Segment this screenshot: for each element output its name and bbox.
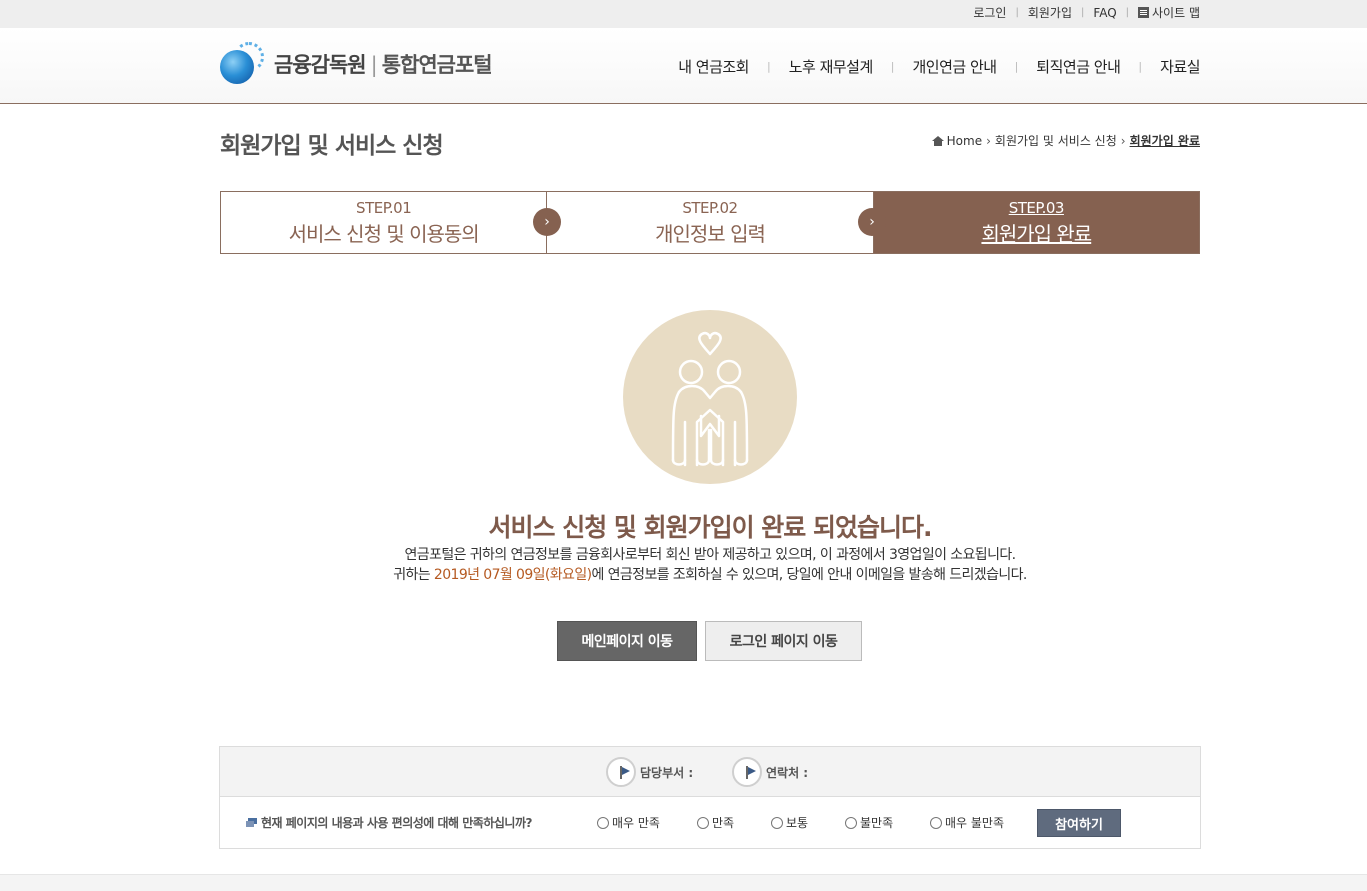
option-dissatisfied[interactable]: 불만족 (845, 814, 893, 831)
nav-my-pension[interactable]: 내 연금조회 (678, 56, 749, 77)
option-label: 불만족 (860, 816, 894, 830)
nav-retirement-pension[interactable]: 퇴직연금 안내 (1036, 56, 1121, 77)
flag-icon (732, 757, 762, 787)
option-very-satisfied[interactable]: 매우 만족 (597, 814, 660, 831)
logo-divider: | (370, 53, 378, 77)
sitemap-icon (1138, 7, 1150, 18)
nav-retirement-planning[interactable]: 노후 재무설계 (789, 56, 874, 77)
divider: | (1138, 60, 1143, 73)
completion-title: 서비스 신청 및 회원가입이 완료 되었습니다. (488, 513, 932, 542)
speech-bubble-icon (246, 818, 258, 827)
radio-button[interactable] (697, 816, 709, 829)
department-label: 담당부서 : (640, 765, 694, 780)
flag-icon (606, 757, 636, 787)
divider: | (1014, 60, 1019, 73)
desc-suffix: 에 연금정보를 조회하실 수 있으며, 당일에 안내 이메일을 발송해 드리겠습… (591, 567, 1027, 583)
breadcrumb-home[interactable]: Home (947, 134, 982, 148)
radio-button[interactable] (771, 816, 783, 829)
completion-desc-line1: 연금포털은 귀하의 연금정보를 금융회사로부터 회신 받아 제공하고 있으며, … (404, 547, 1017, 563)
option-label: 보통 (786, 816, 809, 830)
page-title: 회원가입 및 서비스 신청 (220, 133, 444, 159)
available-date: 2019년 07월 09일(화요일) (433, 567, 592, 583)
divider: | (1081, 7, 1085, 18)
sitemap-label: 사이트 맵 (1152, 6, 1200, 20)
divider: | (1015, 7, 1019, 18)
divider: | (1125, 7, 1130, 18)
step-3: STEP.03 회원가입 완료 (872, 192, 1199, 253)
option-very-dissatisfied[interactable]: 매우 불만족 (930, 814, 1004, 831)
option-satisfied[interactable]: 만족 (697, 814, 734, 831)
logo-service: 통합연금포털 (381, 53, 493, 77)
page-survey: 담당부서 : 연락처 : 현재 페이지의 내용과 사용 편의성에 대해 만족하십… (219, 746, 1201, 849)
site-header: 금융감독원 | 통합연금포털 내 연금조회 | 노후 재무설계 | 개인연금 안내 … (0, 28, 1367, 104)
nav-personal-pension[interactable]: 개인연금 안내 (913, 56, 998, 77)
contact-label: 연락처 : (766, 765, 809, 780)
step-number: STEP.03 (1008, 198, 1065, 217)
desc-prefix: 귀하는 (393, 567, 434, 583)
completion-desc-line2: 귀하는 2019년 07월 09일(화요일)에 연금정보를 조회하실 수 있으며… (0, 564, 1367, 584)
step-label: 회원가입 완료 (981, 221, 1092, 246)
signup-steps: STEP.01 서비스 신청 및 이용동의 STEP.02 개인정보 입력 ST… (220, 191, 1200, 254)
department-info: 담당부서 : (606, 757, 693, 787)
radio-button[interactable] (930, 816, 942, 829)
top-utility-bar: 로그인 | 회원가입 | FAQ | 사이트 맵 (0, 0, 1367, 28)
breadcrumb-current: 회원가입 완료 (1129, 134, 1200, 148)
nav-resources[interactable]: 자료실 (1160, 56, 1200, 77)
chevron-right-icon: › (986, 133, 991, 148)
chevron-right-icon: › (533, 208, 561, 236)
survey-question: 현재 페이지의 내용과 사용 편의성에 대해 만족하십니까? (246, 814, 532, 831)
main-navigation: 내 연금조회 | 노후 재무설계 | 개인연금 안내 | 퇴직연금 안내 | 자… (678, 56, 1200, 77)
survey-question-text: 현재 페이지의 내용과 사용 편의성에 대해 만족하십니까? (261, 816, 532, 830)
chevron-right-icon: › (1120, 133, 1126, 148)
satisfaction-survey-row: 현재 페이지의 내용과 사용 편의성에 대해 만족하십니까? 매우 만족 만족 … (220, 798, 1200, 848)
divider: | (890, 60, 895, 73)
chevron-right-icon: › (858, 208, 886, 236)
step-number: STEP.01 (356, 198, 412, 217)
step-label: 서비스 신청 및 이용동의 (288, 221, 480, 246)
sitemap-link[interactable]: 사이트 맵 (1138, 4, 1200, 21)
elderly-couple-icon (623, 310, 797, 484)
radio-button[interactable] (845, 816, 857, 829)
fss-globe-logo-icon (220, 42, 264, 86)
contact-info: 담당부서 : 연락처 : (220, 747, 1200, 797)
signup-link[interactable]: 회원가입 (1028, 4, 1072, 21)
contact-info-item: 연락처 : (732, 757, 808, 787)
logo-text: 금융감독원 | 통합연금포털 (274, 49, 493, 79)
option-label: 매우 만족 (612, 816, 660, 830)
breadcrumb: Home › 회원가입 및 서비스 신청 › 회원가입 완료 (931, 132, 1200, 149)
go-login-page-button[interactable]: 로그인 페이지 이동 (705, 621, 862, 661)
site-logo[interactable]: 금융감독원 | 통합연금포털 (220, 42, 493, 86)
breadcrumb-section[interactable]: 회원가입 및 서비스 신청 (995, 132, 1117, 149)
divider: | (766, 60, 771, 73)
home-icon (931, 135, 944, 146)
footer-strip (0, 874, 1367, 891)
utility-links: 로그인 | 회원가입 | FAQ | 사이트 맵 (973, 4, 1200, 21)
step-1: STEP.01 서비스 신청 및 이용동의 (221, 192, 547, 253)
option-label: 매우 불만족 (945, 816, 1005, 830)
login-link[interactable]: 로그인 (973, 4, 1006, 21)
step-number: STEP.02 (682, 198, 738, 217)
option-label: 만족 (712, 816, 735, 830)
radio-button[interactable] (597, 816, 609, 829)
step-2: STEP.02 개인정보 입력 (546, 192, 873, 253)
faq-link[interactable]: FAQ (1093, 6, 1116, 20)
go-main-page-button[interactable]: 메인페이지 이동 (557, 621, 697, 661)
option-neutral[interactable]: 보통 (771, 814, 808, 831)
survey-submit-button[interactable]: 참여하기 (1037, 809, 1121, 837)
logo-org: 금융감독원 (274, 53, 367, 77)
step-label: 개인정보 입력 (655, 221, 766, 246)
